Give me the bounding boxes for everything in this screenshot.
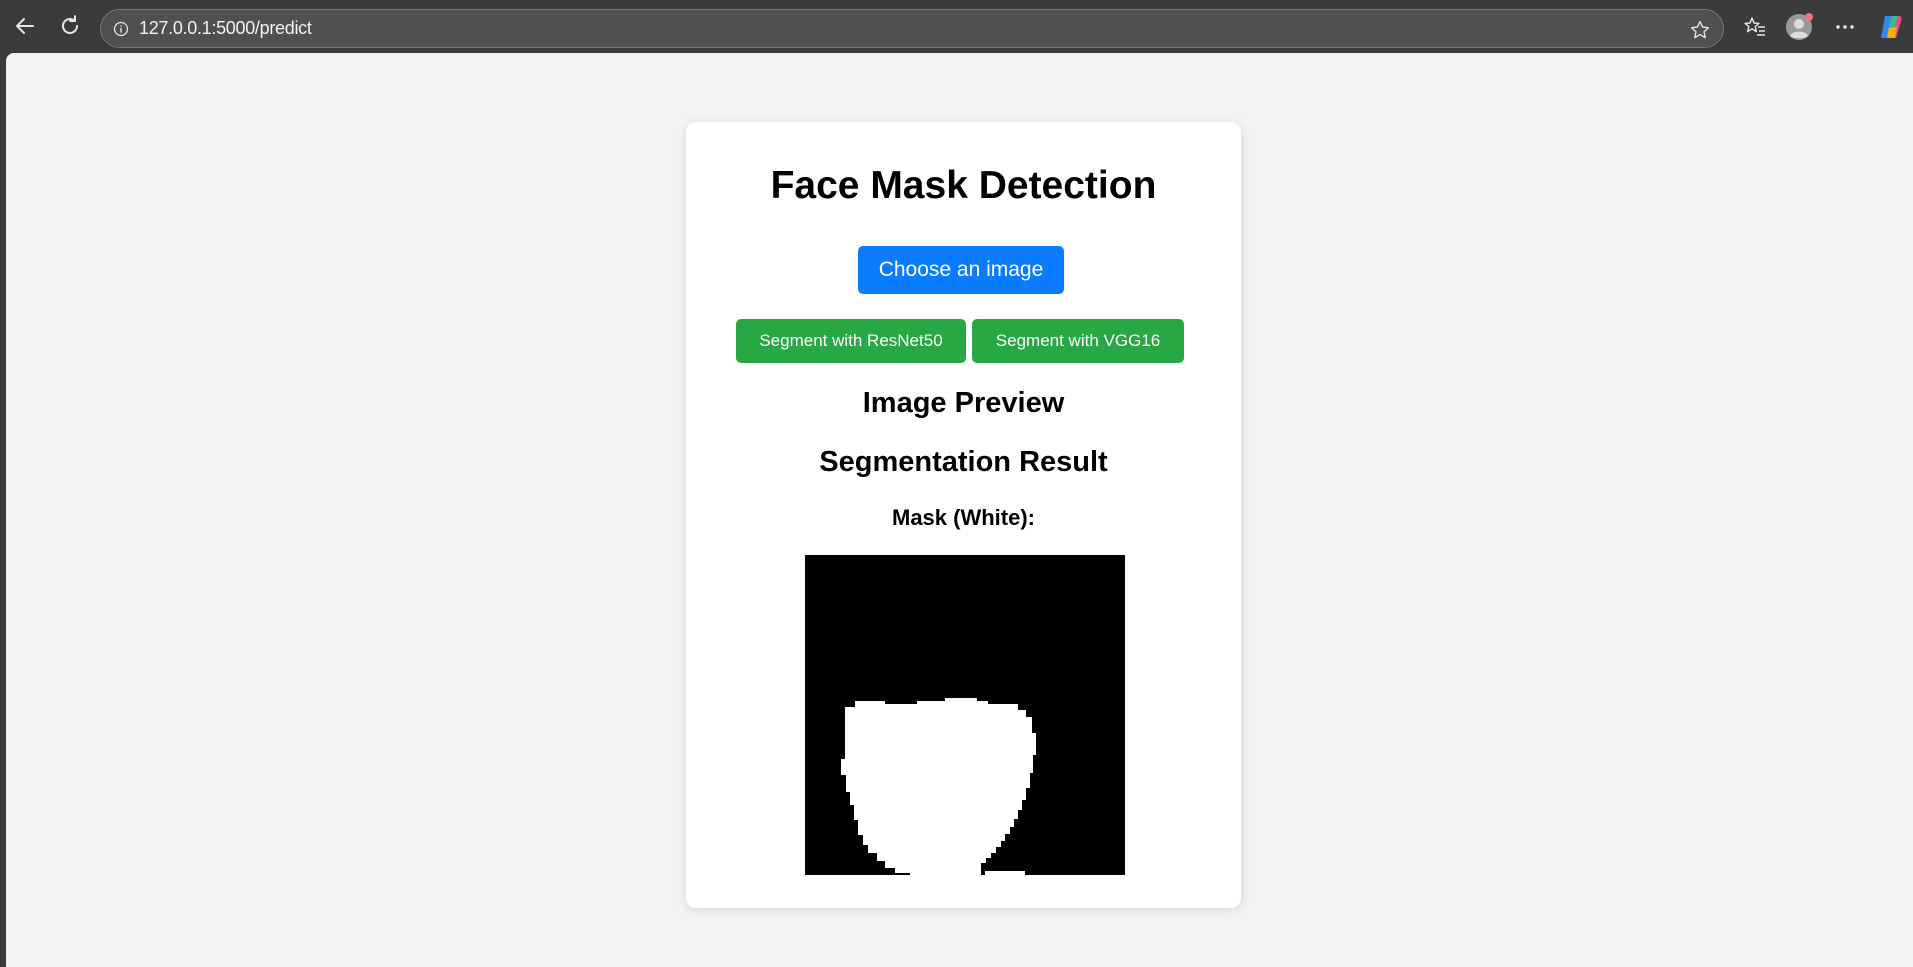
refresh-icon — [62, 15, 78, 34]
browser-toolbar: 127.0.0.1:5000/predict — [0, 0, 1913, 52]
favorite-star-icon[interactable] — [1689, 19, 1711, 46]
choose-image-button[interactable]: Choose an image — [858, 246, 1064, 294]
segment-resnet50-button[interactable]: Segment with ResNet50 — [736, 319, 966, 363]
segmentation-mask-graphic — [805, 555, 1125, 875]
page-viewport: Face Mask Detection Choose an image Segm… — [6, 53, 1913, 967]
profile-avatar-icon[interactable] — [1784, 12, 1814, 42]
refresh-button[interactable] — [54, 10, 86, 42]
segmentation-result-heading: Segmentation Result — [819, 446, 1108, 478]
page-title: Face Mask Detection — [770, 164, 1157, 207]
copilot-icon[interactable] — [1876, 12, 1906, 42]
address-bar[interactable]: 127.0.0.1:5000/predict — [100, 9, 1724, 48]
back-button[interactable] — [9, 10, 41, 42]
main-card: Face Mask Detection Choose an image Segm… — [686, 122, 1241, 908]
image-preview-heading: Image Preview — [862, 387, 1065, 419]
url-text[interactable]: 127.0.0.1:5000/predict — [139, 18, 312, 39]
back-arrow-icon — [16, 18, 34, 34]
mask-result-image — [805, 555, 1125, 875]
more-menu-icon[interactable] — [1830, 12, 1860, 42]
mask-label: Mask (White): — [892, 505, 1035, 530]
favorites-icon[interactable] — [1740, 12, 1770, 42]
site-info-icon[interactable] — [113, 21, 129, 37]
segment-vgg16-button[interactable]: Segment with VGG16 — [972, 319, 1184, 363]
